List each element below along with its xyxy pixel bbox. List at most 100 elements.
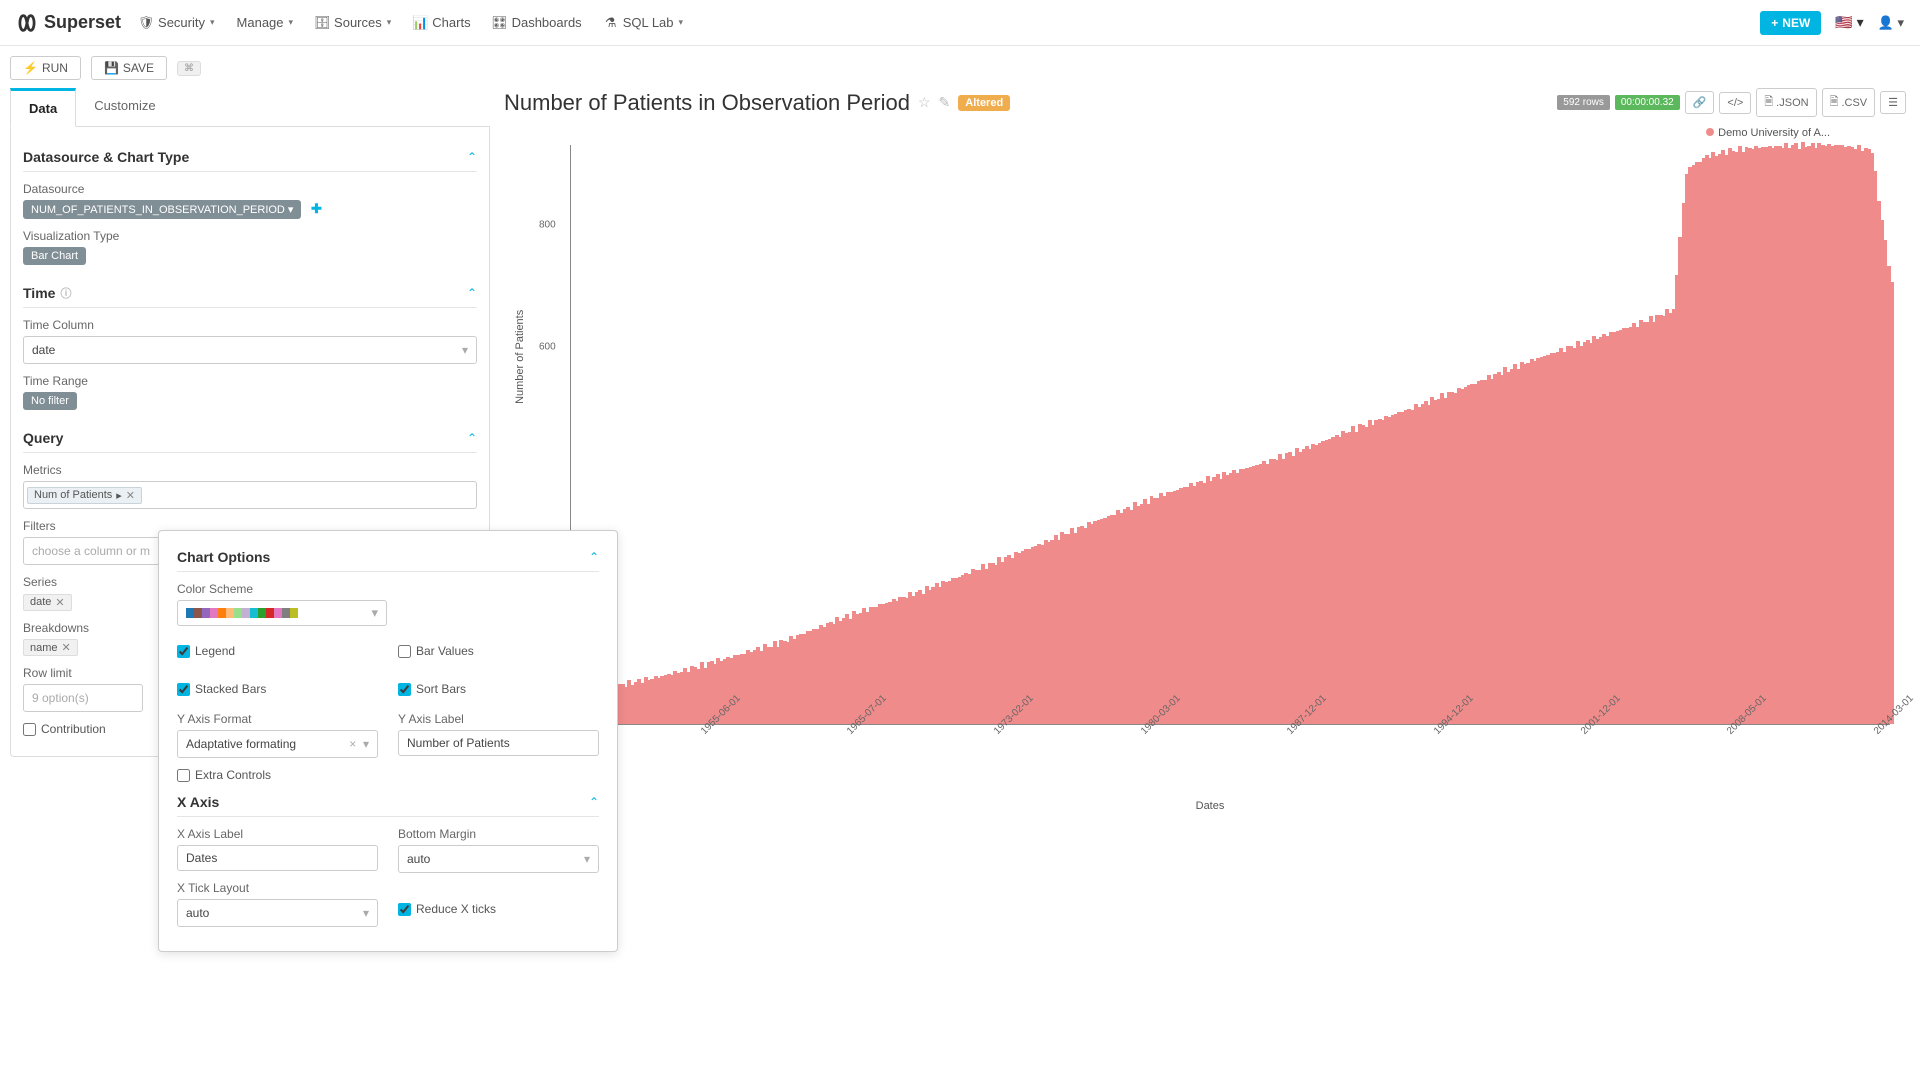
- section-time-header[interactable]: Time ⓘ ⌃: [23, 275, 477, 308]
- viz-type-select[interactable]: Bar Chart: [23, 247, 86, 265]
- nav-charts[interactable]: 📊Charts: [413, 15, 470, 30]
- chevron-up-icon: ⌃: [467, 286, 477, 300]
- y-axis-label-input[interactable]: [398, 730, 599, 756]
- tab-data[interactable]: Data: [10, 88, 76, 127]
- nav-sources-label: Sources: [334, 15, 382, 30]
- csv-button[interactable]: 🗎.CSV: [1822, 88, 1876, 117]
- section-datasource-header[interactable]: Datasource & Chart Type ⌃: [23, 139, 477, 172]
- x-tick-layout-label: X Tick Layout: [177, 881, 378, 895]
- section-query-header[interactable]: Query ⌃: [23, 420, 477, 453]
- nav-security-label: Security: [158, 15, 205, 30]
- chevron-down-icon: ▾: [371, 605, 378, 621]
- info-icon: ⓘ: [60, 285, 71, 301]
- metric-tag[interactable]: Num of Patients▸✕: [27, 487, 142, 504]
- flask-icon: ⚗: [604, 16, 618, 30]
- extra-controls-checkbox[interactable]: [177, 769, 190, 782]
- remove-icon[interactable]: ✕: [126, 489, 135, 502]
- color-swatch: [210, 608, 218, 618]
- add-datasource-icon[interactable]: ✚: [311, 201, 322, 216]
- embed-button[interactable]: </>: [1719, 92, 1751, 114]
- chart-bar[interactable]: [1890, 282, 1894, 724]
- chevron-up-icon: ⌃: [589, 795, 599, 809]
- chevron-down-icon: ▾: [210, 17, 215, 28]
- chart-panel: Number of Patients in Observation Period…: [500, 80, 1910, 847]
- color-scheme-select[interactable]: ▾: [177, 600, 387, 626]
- save-icon: 💾: [104, 61, 119, 75]
- breakdown-tag[interactable]: name✕: [23, 639, 78, 656]
- y-axis-format-select[interactable]: Adaptative formating× ▾: [177, 730, 378, 758]
- time-range-select[interactable]: No filter: [23, 392, 77, 410]
- tab-customize[interactable]: Customize: [76, 88, 173, 126]
- color-swatch: [218, 608, 226, 618]
- legend-checkbox[interactable]: [177, 645, 190, 658]
- link-button[interactable]: 🔗: [1685, 91, 1715, 114]
- row-limit-select[interactable]: 9 option(s): [23, 684, 143, 712]
- user-menu[interactable]: 👤 ▾: [1878, 15, 1904, 31]
- sort-bars-label: Sort Bars: [416, 682, 466, 696]
- duration-badge: 00:00:00.32: [1615, 95, 1680, 110]
- series-tag[interactable]: date ✕: [23, 594, 72, 611]
- time-column-value: date: [32, 343, 55, 357]
- chevron-up-icon: ⌃: [467, 150, 477, 164]
- json-button[interactable]: 🗎.JSON: [1756, 88, 1816, 117]
- section-x-axis-header[interactable]: X Axis ⌃: [177, 790, 599, 817]
- nav-dashboards-label: Dashboards: [512, 15, 582, 30]
- remove-icon[interactable]: ✕: [55, 596, 64, 609]
- nav-sqllab-label: SQL Lab: [623, 15, 674, 30]
- bottom-margin-value: auto: [407, 852, 430, 866]
- locale-selector[interactable]: 🇺🇸 ▾: [1835, 14, 1863, 31]
- reduce-x-ticks-label: Reduce X ticks: [416, 902, 496, 916]
- save-button[interactable]: 💾SAVE: [91, 56, 167, 80]
- chevron-down-icon: ▾: [679, 17, 684, 28]
- nav-security[interactable]: 🛡 Security ▾: [139, 15, 215, 30]
- x-axis-section-title: X Axis: [177, 794, 219, 810]
- time-column-select[interactable]: date▾: [23, 336, 477, 364]
- x-axis-label-input[interactable]: [177, 845, 378, 871]
- stacked-label: Stacked Bars: [195, 682, 266, 696]
- color-scheme-label: Color Scheme: [177, 582, 599, 596]
- color-swatch: [202, 608, 210, 618]
- chart-canvas: 600800: [570, 145, 1890, 725]
- nav-manage[interactable]: Manage▾: [237, 15, 294, 30]
- color-swatch: [274, 608, 282, 618]
- reduce-x-ticks-checkbox[interactable]: [398, 903, 411, 916]
- bar-values-checkbox[interactable]: [398, 645, 411, 658]
- x-tick-layout-select[interactable]: auto▾: [177, 899, 378, 927]
- series-value: date: [30, 596, 51, 608]
- action-bar: ⚡RUN 💾SAVE ⌘: [0, 46, 1920, 80]
- bottom-margin-select[interactable]: auto▾: [398, 845, 599, 873]
- star-icon[interactable]: ☆: [918, 94, 931, 111]
- section-query-title: Query: [23, 430, 63, 446]
- legend-label: Legend: [195, 644, 235, 658]
- link-icon: 🔗: [1693, 96, 1707, 109]
- nav-sqllab[interactable]: ⚗ SQL Lab ▾: [604, 15, 683, 30]
- chart-area: Demo University of A... Number of Patien…: [500, 117, 1910, 847]
- section-chart-options-header[interactable]: Chart Options ⌃: [177, 545, 599, 572]
- remove-icon[interactable]: ✕: [62, 641, 71, 654]
- nav-sources[interactable]: 🗄Sources▾: [315, 15, 391, 30]
- caret-right-icon: ▸: [116, 489, 122, 502]
- color-swatch: [186, 608, 194, 618]
- color-swatch: [242, 608, 250, 618]
- run-button[interactable]: ⚡RUN: [10, 56, 81, 80]
- color-swatch: [226, 608, 234, 618]
- new-button[interactable]: +NEW: [1760, 11, 1821, 35]
- metrics-select[interactable]: Num of Patients▸✕: [23, 481, 477, 509]
- json-label: .JSON: [1776, 97, 1808, 109]
- y-axis-format-value: Adaptative formating: [186, 737, 296, 751]
- new-button-label: NEW: [1782, 16, 1810, 30]
- chart-legend[interactable]: Demo University of A...: [530, 127, 1890, 139]
- chevron-down-icon: ▾: [363, 906, 369, 920]
- menu-button[interactable]: ☰: [1880, 91, 1906, 114]
- sort-bars-checkbox[interactable]: [398, 683, 411, 696]
- datasource-select[interactable]: NUM_OF_PATIENTS_IN_OBSERVATION_PERIOD ▾: [23, 200, 301, 219]
- code-icon: </>: [1727, 97, 1743, 109]
- stacked-bars-checkbox[interactable]: [177, 683, 190, 696]
- shield-icon: 🛡: [139, 16, 153, 30]
- contribution-checkbox[interactable]: [23, 723, 36, 736]
- chart-header: Number of Patients in Observation Period…: [500, 80, 1910, 117]
- menu-icon: ☰: [1888, 96, 1898, 109]
- brand-logo[interactable]: Superset: [16, 12, 121, 34]
- edit-icon[interactable]: ✎: [939, 94, 951, 111]
- nav-dashboards[interactable]: 🎛Dashboards: [493, 15, 582, 30]
